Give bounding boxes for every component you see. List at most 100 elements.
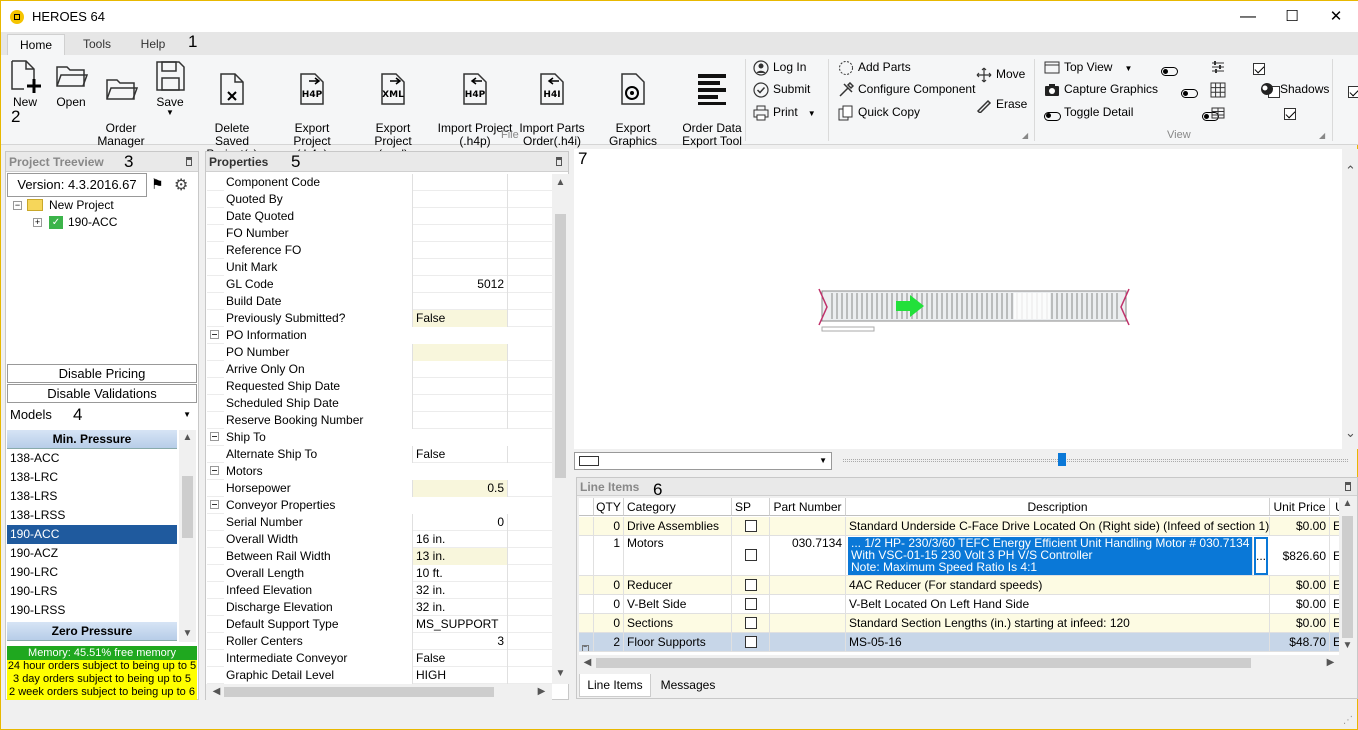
list-item[interactable]: 190-LRSS — [7, 601, 177, 620]
table-row[interactable]: 0 Reducer 4AC Reducer (For standard speeds… — [579, 576, 1339, 595]
property-row[interactable]: Reserve Booking Number — [207, 412, 553, 429]
u-cell[interactable]: E — [1330, 633, 1339, 651]
open-button[interactable]: Open — [51, 59, 91, 109]
property-value[interactable] — [413, 242, 508, 259]
capture-graphics-button[interactable]: Capture Graphics — [1044, 80, 1158, 98]
scroll-down-icon[interactable]: ▼ — [1339, 640, 1356, 651]
unit-price-cell[interactable]: $826.60 — [1270, 536, 1330, 575]
part-number-cell[interactable] — [770, 595, 846, 613]
property-value[interactable] — [413, 412, 508, 429]
pin-icon[interactable] — [186, 157, 192, 166]
property-value[interactable]: MS_SUPPORT — [413, 616, 508, 633]
property-value[interactable]: 32 in. — [413, 599, 508, 616]
conveyor-drawing[interactable] — [818, 285, 1130, 335]
unit-price-cell[interactable]: $0.00 — [1270, 517, 1330, 535]
column-description[interactable]: Description — [846, 498, 1270, 516]
import-h4p-button[interactable]: H4P Import Project (.h4p) — [437, 59, 513, 161]
unit-price-cell[interactable]: $0.00 — [1270, 614, 1330, 632]
move-button[interactable]: Move — [976, 65, 1025, 83]
category-cell[interactable]: Motors — [624, 536, 732, 575]
qty-cell[interactable]: 0 — [594, 595, 624, 613]
sp-cell[interactable] — [732, 536, 770, 575]
property-row[interactable]: Arrive Only On — [207, 361, 553, 378]
sp-checkbox[interactable] — [745, 598, 757, 611]
list-item[interactable]: 138-LRSS — [7, 506, 177, 525]
qty-cell[interactable]: 0 — [594, 517, 624, 535]
maximize-button[interactable]: ☐ — [1269, 1, 1315, 32]
properties-hscrollbar[interactable]: ◀ ▶ — [206, 684, 552, 700]
pin-icon[interactable] — [556, 157, 562, 166]
category-cell[interactable]: Floor Supports — [624, 633, 732, 651]
scroll-up-icon[interactable]: ▲ — [179, 432, 196, 443]
viewport-scrollbar[interactable]: ⌃ ⌄ — [1342, 149, 1358, 449]
list-item[interactable]: 190-ACZ — [7, 544, 177, 563]
quick-copy-button[interactable]: Quick Copy — [838, 103, 920, 121]
property-row[interactable]: FO Number — [207, 225, 553, 242]
property-row[interactable]: Alternate Ship To False — [207, 446, 553, 463]
scroll-down-icon[interactable]: ▼ — [179, 628, 196, 639]
table-row[interactable]: 0 V-Belt Side V-Belt Located On Left Hand … — [579, 595, 1339, 614]
file-group-launcher-icon[interactable]: ◢ — [1022, 131, 1028, 140]
description-cell[interactable]: V-Belt Located On Left Hand Side — [846, 595, 1270, 613]
part-number-cell[interactable] — [770, 614, 846, 632]
sp-checkbox[interactable] — [745, 617, 757, 630]
sp-cell[interactable] — [732, 595, 770, 613]
part-number-cell[interactable]: 030.7134 — [770, 536, 846, 575]
row-selector[interactable] — [579, 517, 594, 535]
property-row[interactable]: Overall Width 16 in. — [207, 531, 553, 548]
property-row[interactable]: Build Date — [207, 293, 553, 310]
description-cell[interactable]: Standard Underside C-Face Drive Located … — [846, 517, 1270, 535]
collapse-toggle-icon[interactable]: − — [13, 201, 22, 210]
graphics-viewport[interactable]: 7 ⌃ ⌄ — [574, 149, 1358, 449]
property-row[interactable]: Graphic Detail Level HIGH — [207, 667, 553, 684]
part-number-cell[interactable] — [770, 633, 846, 651]
scroll-up-icon[interactable]: ▲ — [1339, 498, 1356, 509]
view-checkbox-3[interactable] — [1283, 107, 1296, 120]
property-row[interactable]: Discharge Elevation 32 in. — [207, 599, 553, 616]
property-value[interactable] — [413, 395, 508, 412]
list-item[interactable]: 190-LRC — [7, 563, 177, 582]
disable-validations-button[interactable]: Disable Validations — [7, 384, 197, 403]
property-row[interactable]: Intermediate Conveyor False — [207, 650, 553, 667]
qty-cell[interactable]: 0 — [594, 576, 624, 594]
property-value[interactable] — [413, 259, 508, 276]
ellipsis-button[interactable]: ... — [1254, 537, 1268, 575]
property-row[interactable]: Component Code — [207, 174, 553, 191]
scroll-right-icon[interactable]: ▶ — [1322, 657, 1339, 668]
u-cell[interactable]: E — [1330, 595, 1339, 613]
property-value[interactable] — [413, 293, 508, 310]
property-value[interactable]: 0 — [413, 514, 508, 531]
part-number-cell[interactable] — [770, 576, 846, 594]
models-scrollbar[interactable]: ▲ ▼ — [179, 430, 196, 642]
tab-home[interactable]: Home — [7, 34, 65, 55]
property-row[interactable]: Quoted By — [207, 191, 553, 208]
property-category[interactable]: Conveyor Properties — [207, 497, 553, 514]
sp-cell[interactable] — [732, 576, 770, 594]
scroll-up-icon[interactable]: ⌃ — [1342, 163, 1358, 179]
property-value[interactable]: 0.5 — [413, 480, 508, 497]
sp-cell[interactable] — [732, 614, 770, 632]
scroll-thumb[interactable] — [1342, 516, 1353, 638]
table-row[interactable]: −2Floor Supports MS-05-16$48.70E — [579, 633, 1339, 652]
sp-cell[interactable] — [732, 517, 770, 535]
category-cell[interactable]: Reducer — [624, 576, 732, 594]
toggle-switch-icon[interactable] — [1161, 67, 1178, 77]
scroll-thumb[interactable] — [182, 476, 193, 538]
property-value[interactable] — [413, 225, 508, 242]
tab-messages[interactable]: Messages — [653, 674, 723, 697]
property-category[interactable]: Motors — [207, 463, 553, 480]
property-value[interactable]: HIGH — [413, 667, 508, 684]
column-qty[interactable]: QTY — [594, 498, 624, 516]
property-row[interactable]: PO Number — [207, 344, 553, 361]
description-cell[interactable]: 4AC Reducer (For standard speeds) — [846, 576, 1270, 594]
collapse-toggle-icon[interactable]: − — [582, 644, 589, 651]
property-row[interactable]: Unit Mark — [207, 259, 553, 276]
shadows-checkbox[interactable] — [1348, 85, 1358, 98]
top-view-button[interactable]: Top View ▼ — [1044, 58, 1132, 76]
row-selector[interactable] — [579, 614, 594, 632]
configure-component-button[interactable]: Configure Component — [838, 80, 975, 98]
category-cell[interactable]: Drive Assemblies — [624, 517, 732, 535]
property-row[interactable]: Infeed Elevation 32 in. — [207, 582, 553, 599]
property-value[interactable]: 5012 — [413, 276, 508, 293]
category-cell[interactable]: V-Belt Side — [624, 595, 732, 613]
